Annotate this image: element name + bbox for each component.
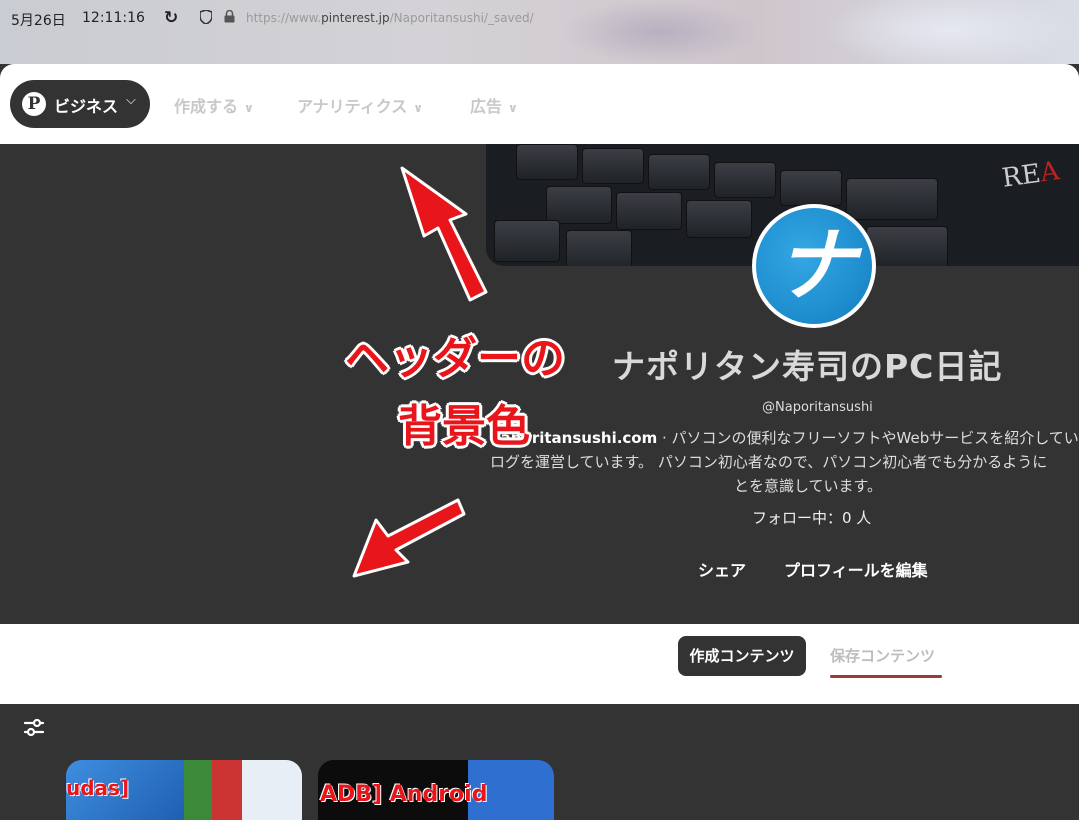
keyboard-key (846, 178, 938, 220)
keyboard-key (516, 144, 578, 180)
keyboard-key (714, 162, 776, 198)
business-label: ビジネス (54, 97, 119, 116)
pin-thumb (242, 760, 302, 820)
nav-ads[interactable]: 広告 ∨ (470, 93, 518, 117)
keyboard-key (616, 192, 682, 230)
top-nav-bar: P ビジネス ⌵ 作成する ∨ アナリティクス ∨ 広告 ∨ (0, 64, 1079, 144)
profile-bio-line-1: naporitansushi.com · パソコンの便利なフリーソフトやWebサ… (490, 427, 1079, 448)
nav-analytics[interactable]: アナリティクス ∨ (297, 93, 423, 117)
cover-text-b: A (1038, 156, 1062, 189)
keyboard-key (582, 148, 644, 184)
business-menu-button[interactable]: P ビジネス ⌵ (10, 80, 150, 128)
keyboard-key (648, 154, 710, 190)
address-bar-url[interactable]: https://www.pinterest.jp/Naporitansushi/… (246, 11, 534, 25)
clock-date: 5月26日 (11, 13, 66, 29)
pin-thumb (212, 760, 242, 820)
annotation-label-line-2: 背景色 (398, 401, 530, 452)
url-path: /Naporitansushi/_saved/ (389, 11, 534, 25)
active-tab-underline (830, 675, 942, 678)
annotation-arrow-down (352, 498, 466, 578)
annotation-label-line-1: ヘッダーの (345, 333, 565, 384)
pin-title: ADB] Android (320, 782, 488, 807)
keyboard-key (494, 220, 560, 262)
content-tabs: 作成コンテンツ 保存コンテンツ (0, 624, 1079, 704)
nav-analytics-label: アナリティクス (297, 97, 408, 116)
pin-title: udas] (66, 776, 130, 800)
pin-card[interactable]: ADB] Android (318, 760, 554, 820)
profile-handle: @Naporitansushi (762, 400, 873, 415)
cover-text-a: RE (1000, 158, 1043, 194)
edit-profile-button[interactable]: プロフィールを編集 (784, 557, 928, 581)
avatar-image: ナ (756, 208, 872, 324)
url-domain: pinterest.jp (321, 11, 390, 25)
bio-line-1-text: · パソコンの便利なフリーソフトやWebサービスを紹介してい (657, 429, 1079, 447)
url-prefix: https://www. (246, 11, 322, 25)
background-blur (820, 0, 1079, 64)
nav-create[interactable]: 作成する ∨ (174, 93, 254, 117)
avatar-char: ナ (776, 219, 856, 312)
tab-created-content[interactable]: 作成コンテンツ (678, 636, 806, 676)
nav-ads-label: 広告 (470, 97, 503, 116)
pinterest-logo-icon: P (22, 92, 46, 116)
profile-bio-line-3: とを意識しています。 (734, 477, 883, 495)
chevron-down-icon: ⌵ (126, 93, 136, 108)
pin-card[interactable]: udas] (66, 760, 302, 820)
keyboard-key (686, 200, 752, 238)
pin-thumb (184, 760, 212, 820)
following-count[interactable]: フォロー中：0 人 (752, 507, 871, 528)
filter-icon[interactable] (22, 716, 46, 740)
reload-icon[interactable]: ↻ (164, 8, 178, 28)
keyboard-key (546, 186, 612, 224)
clock-time: 12:11:16 (82, 10, 145, 26)
keyboard-key (866, 226, 948, 266)
background-blur (560, 0, 760, 64)
keyboard-key (566, 230, 632, 266)
keyboard-key (780, 170, 842, 206)
lock-icon[interactable] (224, 10, 235, 23)
profile-bio-line-2: ログを運営しています。 パソコン初心者なので、パソコン初心者でも分かるように (490, 453, 1048, 471)
chevron-down-icon: ∨ (244, 101, 254, 115)
chevron-down-icon: ∨ (508, 101, 518, 115)
tab-saved-content[interactable]: 保存コンテンツ (830, 645, 935, 666)
annotation-arrow-up (400, 166, 488, 302)
chevron-down-icon: ∨ (413, 101, 423, 115)
shield-icon[interactable] (200, 10, 212, 24)
browser-top-strip: 5月26日 12:11:16 ↻ https://www.pinterest.j… (0, 0, 1079, 64)
profile-avatar[interactable]: ナ (752, 204, 876, 328)
profile-name: ナポリタン寿司のPC日記 (612, 347, 1003, 386)
nav-create-label: 作成する (174, 97, 239, 116)
share-button[interactable]: シェア (698, 557, 746, 581)
